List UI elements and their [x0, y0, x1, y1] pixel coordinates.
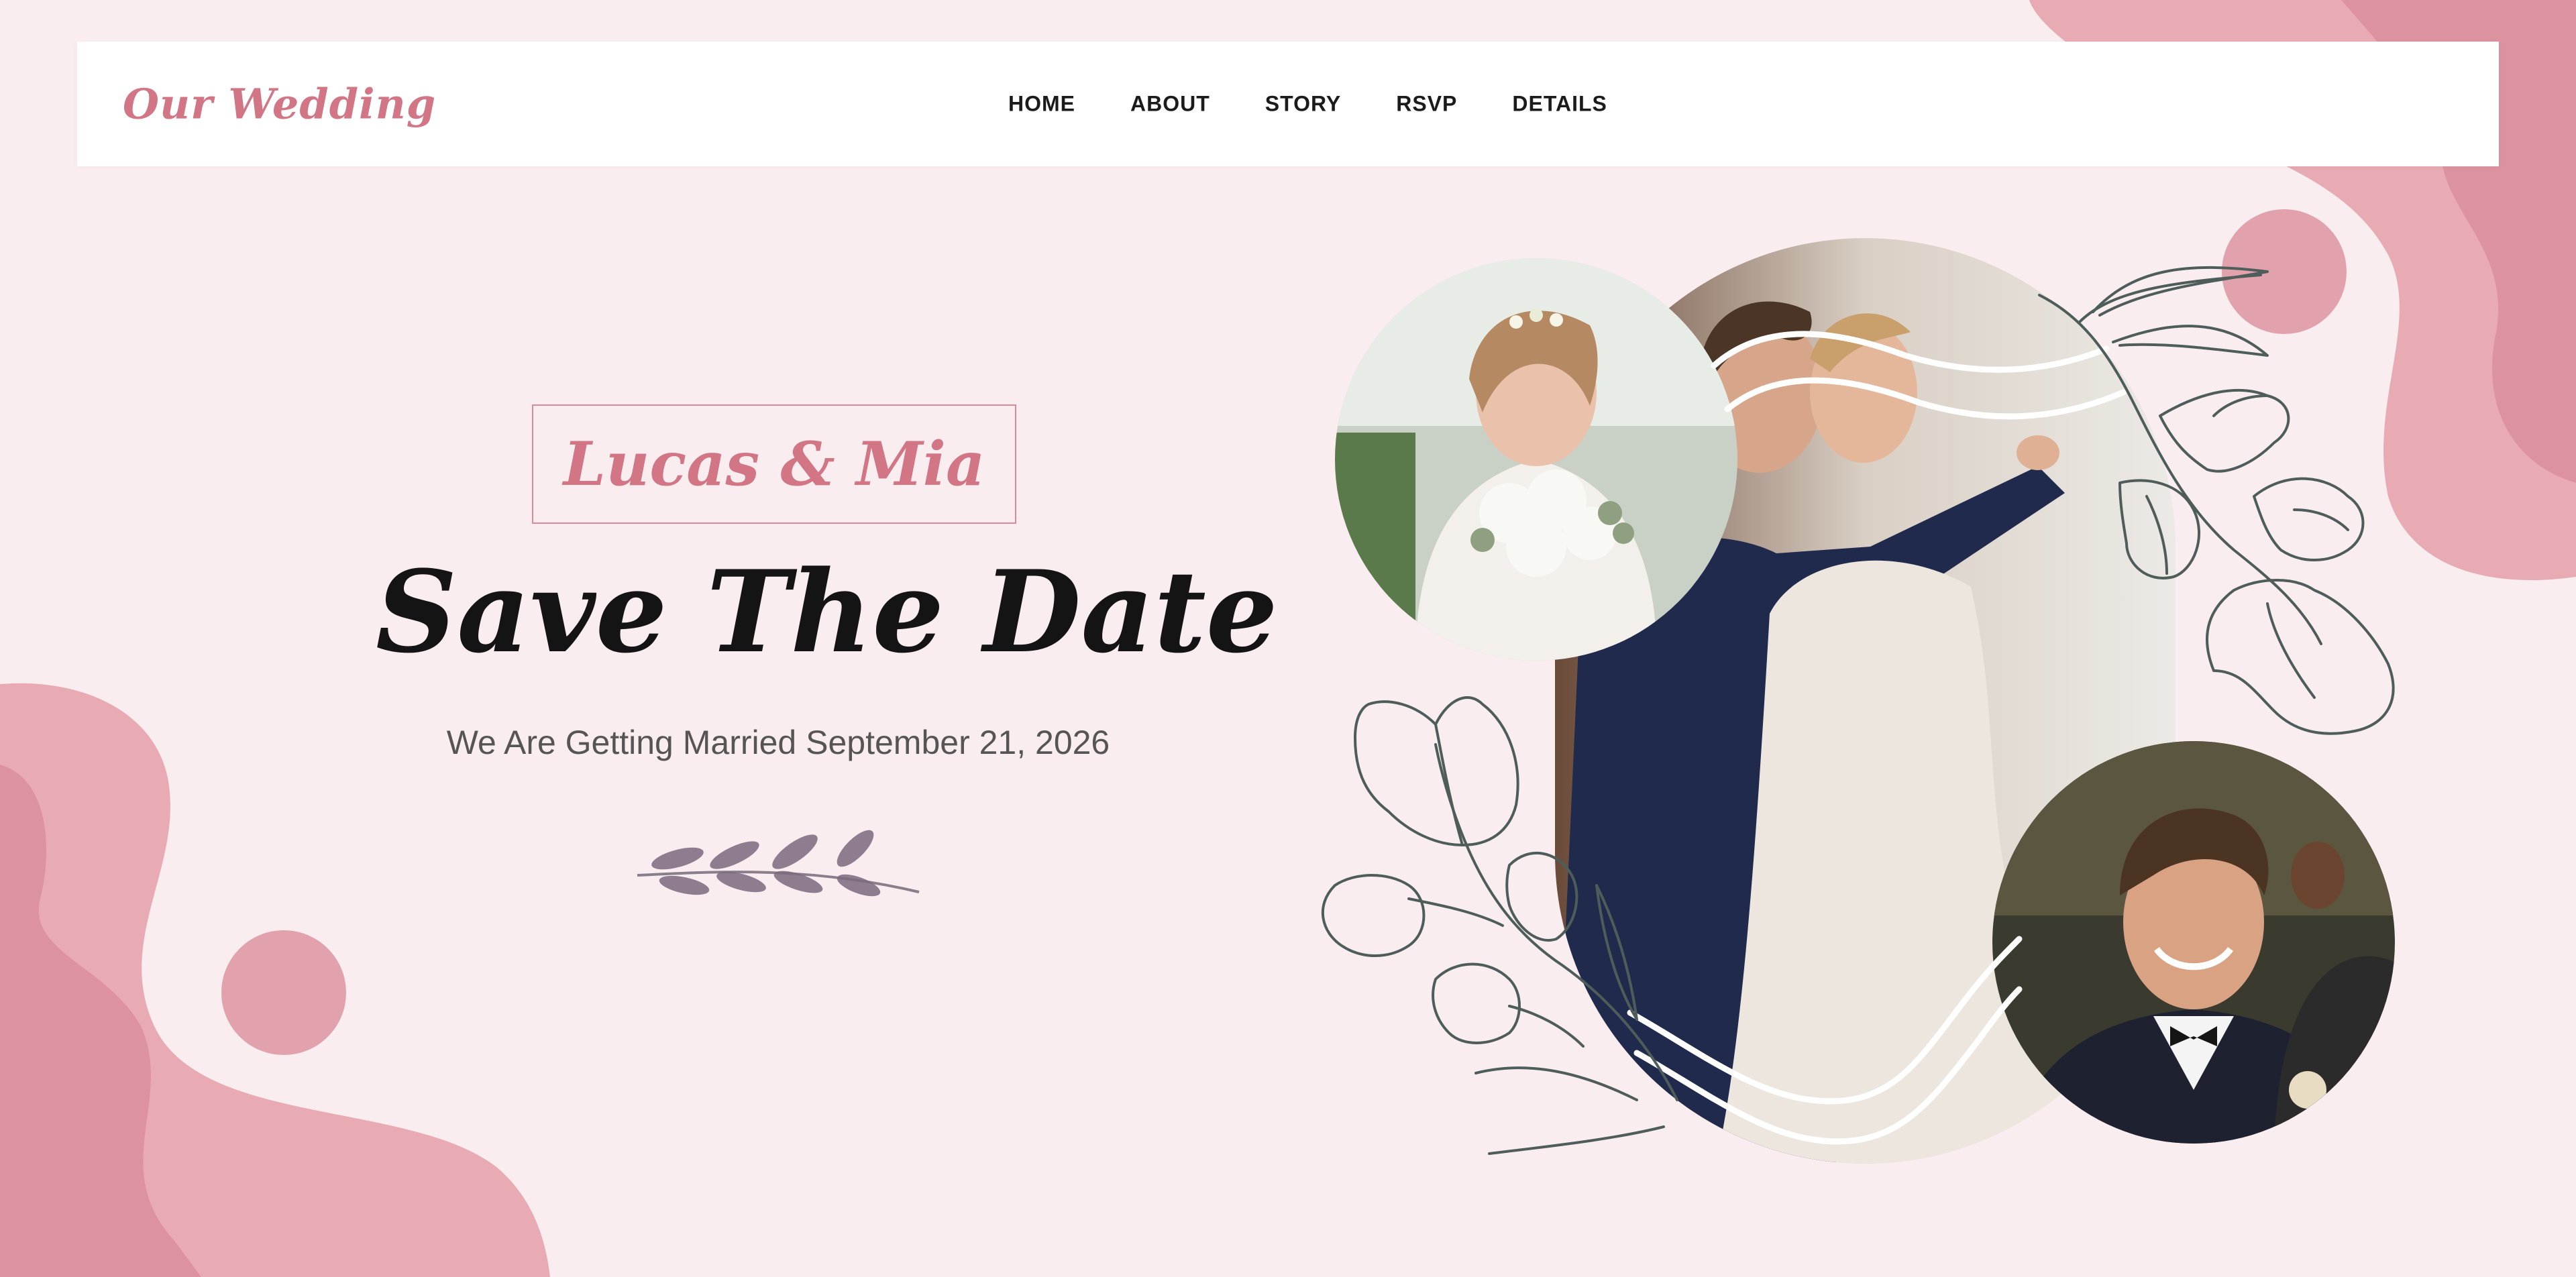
hero-subtitle: We Are Getting Married September 21, 202… [446, 724, 1110, 761]
nav-menu: HOME ABOUT STORY RSVP DETAILS [1008, 92, 1607, 117]
couple-name: Lucas & Mia [563, 429, 985, 500]
site-logo[interactable]: Our Wedding [123, 80, 436, 129]
nav-rsvp[interactable]: RSVP [1396, 92, 1457, 117]
bride-photo [1335, 258, 1737, 661]
leaf-sprig-icon [637, 830, 920, 897]
navbar: Our Wedding HOME ABOUT STORY RSVP DETAIL… [77, 42, 2499, 166]
hero-headline: Save The Date [376, 545, 1278, 678]
nav-home[interactable]: HOME [1008, 92, 1075, 117]
nav-details[interactable]: DETAILS [1512, 92, 1607, 117]
groom-photo [1992, 741, 2395, 1144]
couple-name-box: Lucas & Mia [532, 404, 1016, 524]
nav-story[interactable]: STORY [1265, 92, 1341, 117]
nav-about[interactable]: ABOUT [1130, 92, 1210, 117]
